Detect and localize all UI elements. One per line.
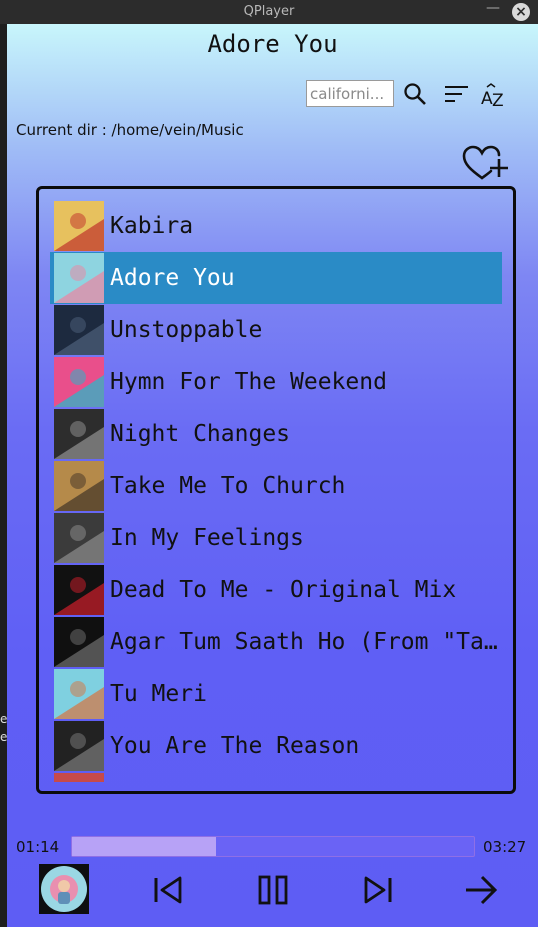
window-title: QPlayer xyxy=(243,4,295,19)
song-name: Unstoppable xyxy=(110,317,263,343)
progress-bar[interactable] xyxy=(71,836,475,857)
forward-arrow-icon[interactable] xyxy=(464,874,498,906)
progress-fill xyxy=(72,837,216,856)
album-art-thumbnail xyxy=(54,565,104,615)
sort-az-icon[interactable]: A Z xyxy=(479,83,507,111)
album-art-thumbnail xyxy=(54,721,104,771)
album-art-thumbnail xyxy=(54,617,104,667)
song-name: In My Feelings xyxy=(110,525,304,551)
album-art-thumbnail xyxy=(54,357,104,407)
playlist-row[interactable]: In My Feelings xyxy=(50,512,502,564)
album-art-thumbnail xyxy=(54,669,104,719)
album-art-thumbnail xyxy=(54,201,104,251)
album-art-thumbnail xyxy=(54,253,104,303)
total-time: 03:27 xyxy=(483,838,527,856)
close-button[interactable]: × xyxy=(512,3,530,21)
playlist-frame: Kabira Adore You Unstoppable Hymn For The W… xyxy=(36,186,516,794)
song-name: You Are The Reason xyxy=(110,733,360,759)
qplayer-app: Adore You A Z Current dir : /home/vein/M… xyxy=(7,24,538,927)
current-directory-label: Current dir : /home/vein/Music xyxy=(16,121,244,139)
playlist-row[interactable]: Adore You xyxy=(50,252,502,304)
song-name: Kabira xyxy=(110,213,194,239)
window-titlebar: QPlayer — × xyxy=(0,0,538,24)
now-playing-album-art xyxy=(39,864,89,914)
svg-text:Z: Z xyxy=(492,91,504,109)
playlist[interactable]: Kabira Adore You Unstoppable Hymn For The W… xyxy=(50,200,502,782)
album-art-thumbnail xyxy=(54,461,104,511)
album-art-thumbnail xyxy=(54,305,104,355)
elapsed-time: 01:14 xyxy=(16,838,60,856)
minimize-button[interactable]: — xyxy=(486,0,500,22)
song-name: Agar Tum Saath Ho (From "Ta… xyxy=(110,629,498,655)
playlist-row[interactable]: Tu Meri xyxy=(50,668,502,720)
playlist-row[interactable]: Agar Tum Saath Ho (From "Ta… xyxy=(50,616,502,668)
playlist-row[interactable]: Unstoppable xyxy=(50,304,502,356)
playlist-row[interactable]: Take Me To Church xyxy=(50,460,502,512)
now-playing-title: Adore You xyxy=(207,30,338,58)
playlist-row[interactable]: You Are The Reason xyxy=(50,720,502,772)
pause-icon[interactable] xyxy=(258,875,288,905)
album-art-thumbnail xyxy=(54,409,104,459)
song-name: Hymn For The Weekend xyxy=(110,369,387,395)
song-name: Dead To Me - Original Mix xyxy=(110,577,457,603)
album-art-thumbnail xyxy=(54,773,104,782)
heart-plus-icon[interactable] xyxy=(462,145,510,183)
previous-icon[interactable] xyxy=(153,876,183,904)
playlist-row[interactable]: Dead To Me - Original Mix xyxy=(50,564,502,616)
song-name: Night Changes xyxy=(110,421,291,447)
playlist-row[interactable]: Kabira xyxy=(50,200,502,252)
next-icon[interactable] xyxy=(363,876,393,904)
album-art-thumbnail xyxy=(54,513,104,563)
sort-icon[interactable] xyxy=(444,83,469,105)
playlist-row[interactable] xyxy=(50,772,502,782)
playlist-row[interactable]: Night Changes xyxy=(50,408,502,460)
background-window-strip: e e xyxy=(0,24,7,927)
song-name: Adore You xyxy=(110,265,235,291)
search-input[interactable] xyxy=(306,80,394,107)
song-name: Take Me To Church xyxy=(110,473,346,499)
search-icon[interactable] xyxy=(403,82,427,106)
song-name: Tu Meri xyxy=(110,681,207,707)
playlist-row[interactable]: Hymn For The Weekend xyxy=(50,356,502,408)
